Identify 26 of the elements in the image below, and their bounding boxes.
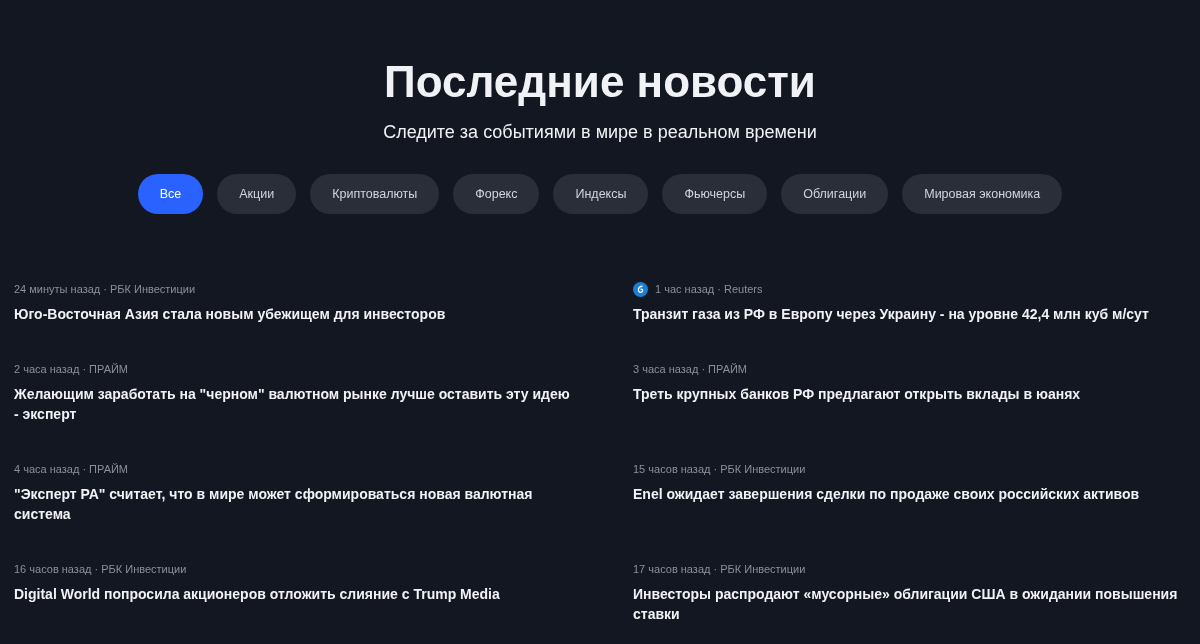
news-meta: 4 часа назад · ПРАЙМ <box>14 462 129 477</box>
news-meta: 1 час назад · Reuters <box>655 282 763 297</box>
filter-tab[interactable]: Мировая экономика <box>902 174 1063 214</box>
news-headline[interactable]: Юго-Восточная Азия стала новым убежищем для инвесторов <box>14 304 574 324</box>
filter-tab[interactable]: Индексы <box>553 174 649 214</box>
news-meta: 2 часа назад · ПРАЙМ <box>14 362 129 377</box>
news-meta: 3 часа назад · ПРАЙМ <box>633 362 748 377</box>
page-title: Последние новости <box>383 58 817 106</box>
filter-tab[interactable]: Форекс <box>453 174 540 214</box>
news-headline[interactable]: Инвесторы распродают «мусорные» облигации США в ожидании повышения ставки <box>633 584 1186 624</box>
news-meta: 17 часов назад · РБК Инвестиции <box>633 562 806 577</box>
page-subtitle: Следите за событиями в мире в реальном времени <box>382 121 818 144</box>
filter-tab[interactable]: Фьючерсы <box>662 174 768 214</box>
filter-tab[interactable]: Все <box>137 174 204 214</box>
filter-tab[interactable]: Акции <box>217 174 297 214</box>
news-headline[interactable]: Enel ожидает завершения сделки по продаже своих российских активов <box>633 484 1186 504</box>
filter-tab[interactable]: Облигации <box>781 174 889 214</box>
news-headline[interactable]: Желающим заработать на "черном" валютном рынке лучше оставить эту идею - эксперт <box>14 384 574 424</box>
news-meta: 15 часов назад · РБК Инвестиции <box>633 462 806 477</box>
news-headline[interactable]: Треть крупных банков РФ предлагают открыть вклады в юанях <box>633 384 1186 404</box>
news-headline[interactable]: Digital World попросила акционеров отложить слияние с Trump Media <box>14 584 574 604</box>
filter-tab[interactable]: Криптовалюты <box>310 174 440 214</box>
news-meta: 16 часов назад · РБК Инвестиции <box>14 562 187 577</box>
news-headline[interactable]: Транзит газа из РФ в Европу через Украину - на уровне 42,4 млн куб м/сут <box>633 304 1186 324</box>
news-meta: 24 минуты назад · РБК Инвестиции <box>14 282 196 297</box>
news-headline[interactable]: "Эксперт РА" считает, что в мире может сформироваться новая валютная система <box>14 484 574 524</box>
